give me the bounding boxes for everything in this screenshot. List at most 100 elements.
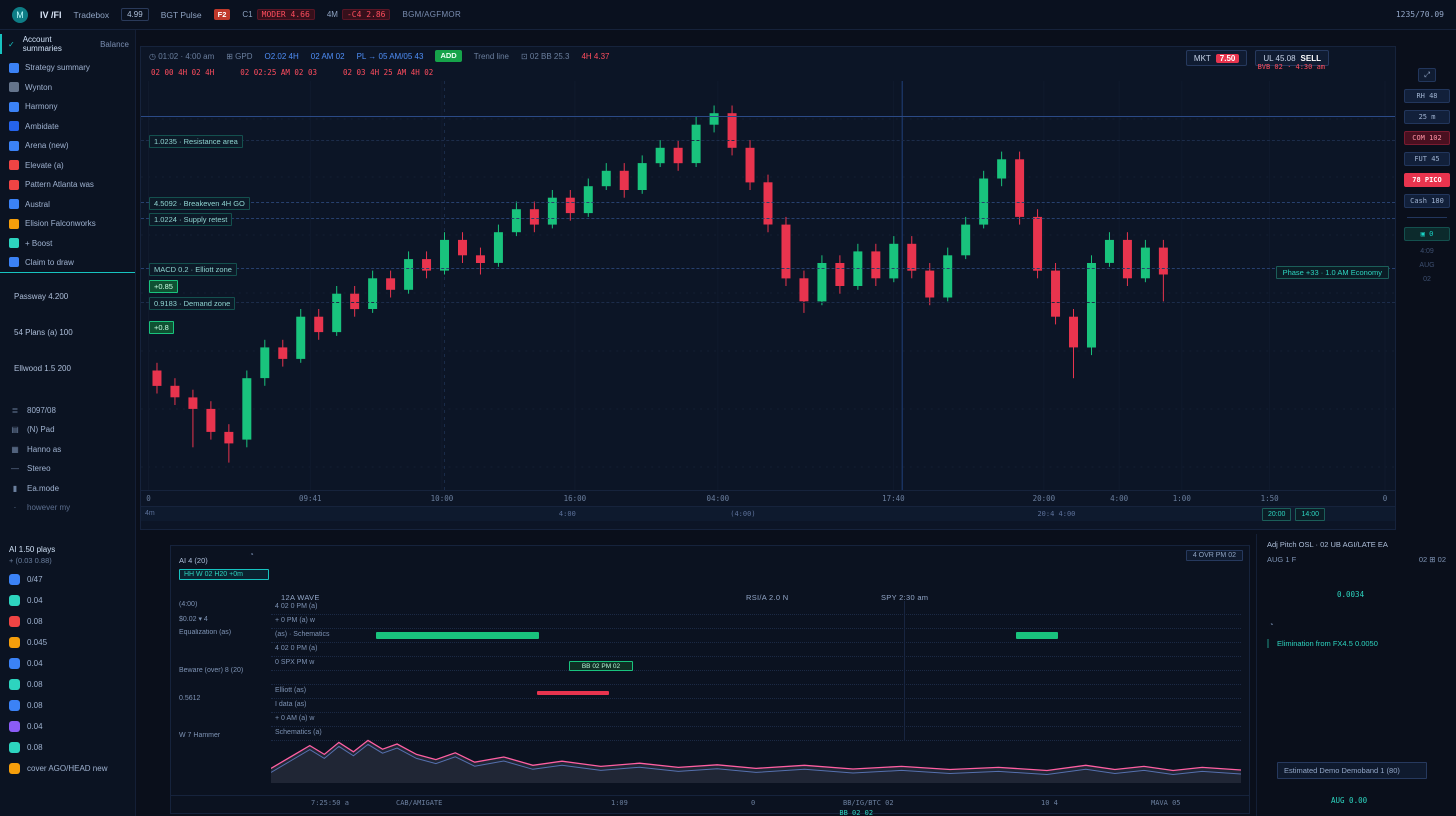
toolbar-bollinger[interactable]: ⊡ 02 BB 25.3 — [521, 52, 570, 61]
pad-icon: ▤ — [9, 425, 21, 434]
scrollbar-chip[interactable]: 14:00 — [1295, 508, 1325, 521]
sidebar-item[interactable]: Elevate (a) — [0, 156, 135, 176]
alert-badge[interactable]: F2 — [214, 9, 231, 20]
time-axis-label: 1:00 — [1173, 494, 1191, 503]
toolbar-trend-line[interactable]: Trend line — [474, 52, 509, 61]
grid-row-label: (as) · Schematics — [275, 631, 329, 638]
indicator-corner-box[interactable]: 4 OVR PM 02 — [1186, 550, 1243, 561]
time-axis[interactable]: 009:4110:0016:0004:0017:4020:004:001:001… — [141, 490, 1395, 506]
rail-rh[interactable]: RH 48 — [1404, 89, 1450, 103]
sidebar-item-icon — [9, 219, 19, 229]
chart-area[interactable]: 1.0235 · Resistance area4.5092 · Breakev… — [141, 81, 1395, 490]
toolbar-change-readout[interactable]: 4H 4.37 — [581, 52, 609, 61]
ticker-1-label: C1 — [242, 10, 252, 19]
sidebar-tool-item[interactable]: ▦Hanno as — [0, 440, 135, 460]
indicator-tab[interactable]: AI 4 (20) — [179, 556, 269, 565]
sidebar-item-icon — [9, 257, 19, 267]
sidebar-tool-item[interactable]: ▤(N) Pad — [0, 420, 135, 440]
sidebar-plan-item[interactable]: Ellwood 1.5 200 — [0, 359, 135, 395]
ticker-2[interactable]: 4M -C4 2.86 — [327, 9, 391, 20]
sidebar-tool-item[interactable]: ▮Ea.mode — [0, 479, 135, 499]
time-axis-label: 4:00 — [1110, 494, 1128, 503]
indicator-axis: 7:25:50 aCAB/AMIGATE1:090BB/IG/BTC 0210 … — [171, 795, 1249, 809]
stats-note-box[interactable]: Estimated Demo Demoband 1 (80) — [1277, 762, 1427, 779]
oscillator-wave-chart[interactable] — [271, 731, 1241, 783]
rail-sell-price[interactable]: 78 PICO — [1404, 173, 1450, 187]
stats-sub-left[interactable]: AUG 1 F — [1267, 555, 1296, 564]
toolbar-layout[interactable]: ⊞ GPD — [226, 52, 252, 61]
scrollbar-chip[interactable]: 20:00 — [1262, 508, 1292, 521]
sidebar-item[interactable]: Wynton — [0, 78, 135, 98]
scrollbar-interval: 4m — [145, 510, 155, 517]
watchlist-row[interactable]: 0.04 — [0, 716, 135, 737]
tab-account-summaries[interactable]: Account summaries — [23, 35, 92, 53]
sidebar-plan-item[interactable]: 54 Plans (a) 100 — [0, 323, 135, 359]
watchlist-row[interactable]: 0.045 — [0, 632, 135, 653]
toolbar-price-readout: 02 03 4H 25 AM 4H 02 — [343, 68, 433, 77]
stats-settings-icon[interactable]: ◔ — [1269, 620, 1274, 629]
watchlist-row[interactable]: 0.04 — [0, 653, 135, 674]
indicator-grid-row: 4 02 0 PM (a) — [271, 643, 1241, 657]
rail-faint-label: 02 — [1423, 276, 1431, 283]
nav-pulse[interactable]: BGT Pulse — [161, 10, 202, 20]
sidebar-plan-item[interactable]: Passway 4.200 — [0, 287, 135, 323]
sidebar-item[interactable]: Harmony — [0, 97, 135, 117]
sidebar-item-icon — [9, 102, 19, 112]
sidebar-item[interactable]: Arena (new) — [0, 136, 135, 156]
app-logo-icon[interactable]: M — [12, 7, 28, 23]
buy-button-price: 7.50 — [1216, 54, 1240, 63]
sidebar-item-icon — [9, 121, 19, 131]
indicator-axis-label: 0 — [751, 799, 755, 807]
sidebar-item[interactable]: Pattern Atlanta was — [0, 175, 135, 195]
watchlist-row[interactable]: cover AGO/HEAD new — [0, 758, 135, 779]
rail-fut[interactable]: FUT 45 — [1404, 152, 1450, 166]
rail-cash[interactable]: Cash 180 — [1404, 194, 1450, 208]
sidebar-item[interactable]: Austral — [0, 195, 135, 215]
nav-tradebox[interactable]: Tradebox — [74, 10, 110, 20]
toolbar-ohlc-high[interactable]: 02 AM 02 — [311, 52, 345, 61]
sidebar-tool-item[interactable]: ≣8097/08 — [0, 401, 135, 421]
sidebar-item-label: Austral — [25, 200, 50, 209]
sidebar-item[interactable]: Elision Falconworks — [0, 214, 135, 234]
sidebar-item[interactable]: Ambidate — [0, 117, 135, 137]
asset-icon — [9, 658, 20, 669]
sidebar-item[interactable]: Strategy summary — [0, 58, 135, 78]
toolbar-add-indicator[interactable]: ADD — [435, 50, 461, 62]
ticker-1[interactable]: C1 MODER 4.66 — [242, 9, 314, 20]
toolbar-timeframe[interactable]: ◷ 01:02 · 4:00 am — [149, 52, 214, 61]
watchlist-row[interactable]: 0.08 — [0, 674, 135, 695]
stats-sub-right[interactable]: 02 ⊞ 02 — [1419, 555, 1446, 564]
sidebar-item[interactable]: Claim to draw — [0, 253, 135, 273]
nav-version-box[interactable]: 4.99 — [121, 8, 149, 21]
sidebar-tool-label: Stereo — [27, 464, 51, 473]
rail-toggle[interactable]: ▣ 0 — [1404, 227, 1450, 241]
expand-icon[interactable]: ⤢ — [1418, 68, 1436, 82]
indicator-grid-row: 4 02 0 PM (a) — [271, 601, 1241, 615]
chart-scrollbar[interactable]: 4m 20:0014:00 4:00(4:00)20:4 4:00 — [141, 506, 1395, 521]
sidebar-tool-item[interactable]: —Stereo — [0, 459, 135, 479]
sidebar-item-icon — [9, 141, 19, 151]
chart-toolbar-row2: 02 00 4H 02 4H02 02:25 AM 02 0302 03 4H … — [141, 65, 1395, 80]
watchlist-row[interactable]: 0/47 — [0, 569, 135, 590]
candlestick-chart[interactable] — [141, 81, 1395, 490]
grid-row-label: 0 SPX PM w — [275, 659, 314, 666]
watchlist-row[interactable]: 0.08 — [0, 737, 135, 758]
rail-com[interactable]: COM 102 — [1404, 131, 1450, 145]
watchlist-row[interactable]: 0.04 — [0, 590, 135, 611]
sidebar-tool-item[interactable]: ·however my — [0, 498, 135, 518]
indicator-active-preset[interactable]: HH W 02 H20 +0m — [179, 569, 269, 580]
time-axis-label: 17:40 — [882, 494, 905, 503]
stats-header: Adj Pitch OSL · 02 UB AGI/LATE EA — [1267, 540, 1446, 549]
tab-balance[interactable]: Balance — [100, 40, 129, 49]
sidebar-tool-label: 8097/08 — [27, 406, 56, 415]
toolbar-ohlc-open[interactable]: O2.02 4H — [265, 52, 299, 61]
watchlist-row[interactable]: 0.08 — [0, 695, 135, 716]
time-axis-label: 0 — [146, 494, 151, 503]
sidebar-item[interactable]: + Boost — [0, 234, 135, 254]
buy-button[interactable]: MKT 7.50 — [1186, 50, 1247, 66]
toolbar-pl-readout[interactable]: PL → 05 AM/05 43 — [357, 52, 424, 61]
rail-interval[interactable]: 25 m — [1404, 110, 1450, 124]
watchlist-row[interactable]: 0.08 — [0, 611, 135, 632]
indicator-grid[interactable]: 4 02 0 PM (a)+ 0 PM (a) w(as) · Schemati… — [271, 601, 1241, 741]
signal-bar — [537, 691, 609, 695]
